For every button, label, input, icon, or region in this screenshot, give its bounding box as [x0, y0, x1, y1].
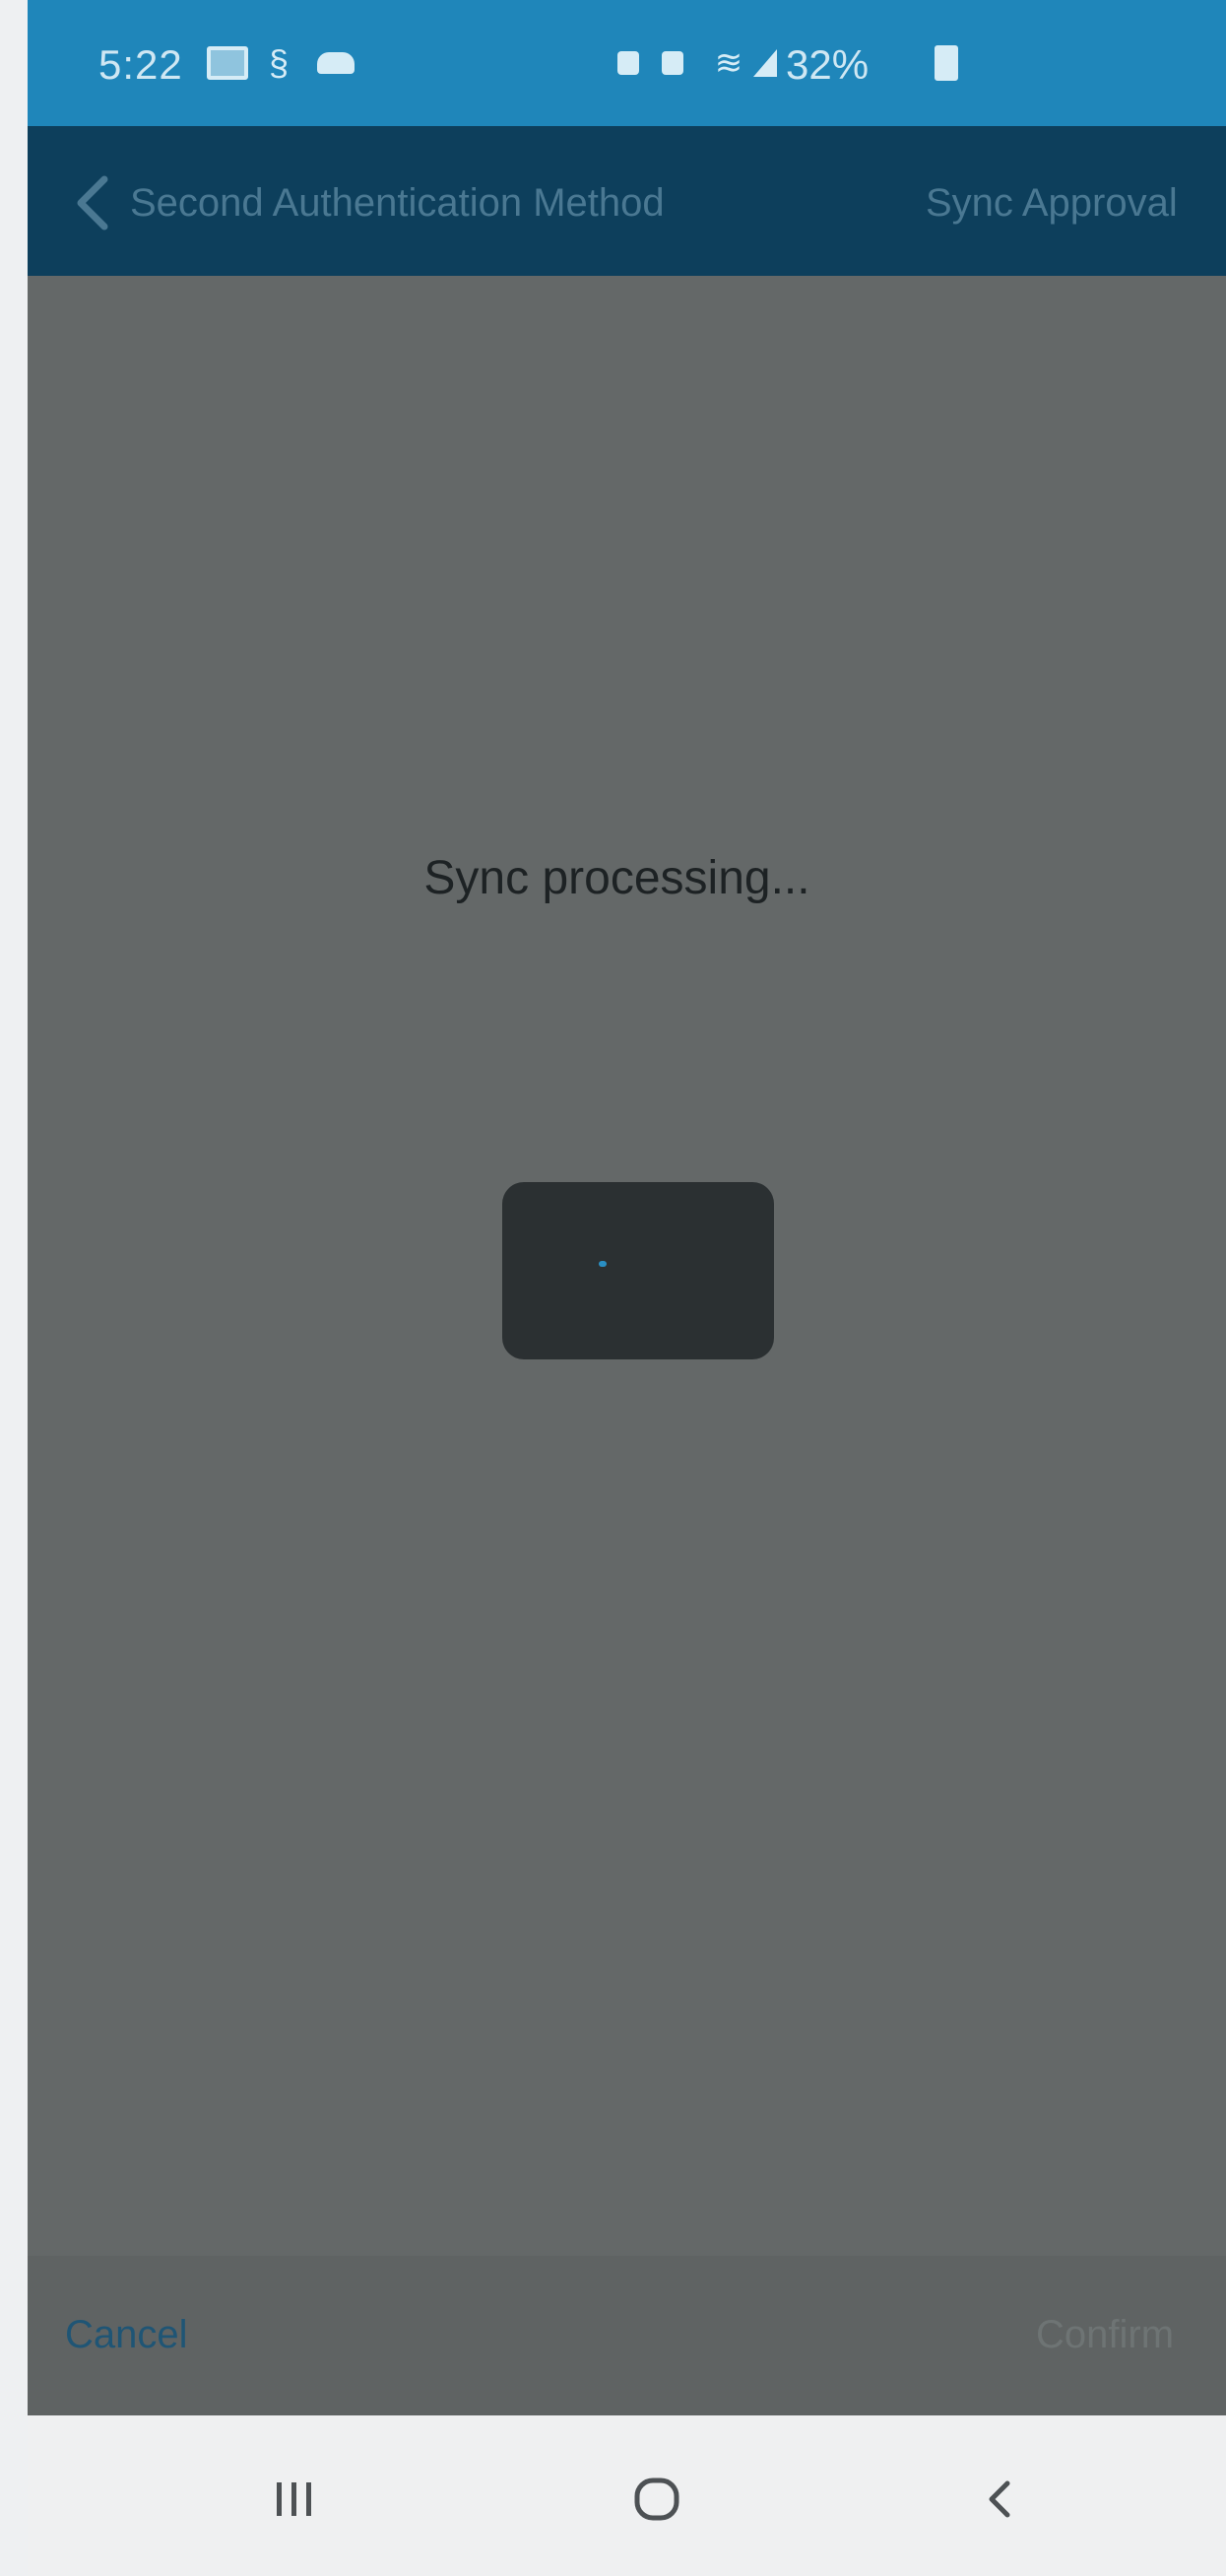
cancel-button[interactable]: Cancel	[65, 2313, 188, 2357]
phone-screen: 5:22 § ≋ 32% Second Authentication Metho…	[28, 0, 1226, 2576]
system-navigation-bar	[28, 2415, 1226, 2576]
notification-icon: §	[268, 42, 290, 83]
chevron-left-icon[interactable]	[69, 173, 122, 232]
navigation-header: Second Authentication Method Sync Approv…	[28, 126, 1226, 276]
loading-spinner	[502, 1182, 774, 1359]
gallery-icon	[207, 43, 248, 83]
status-bar: 5:22 § ≋ 32%	[28, 0, 1226, 126]
screen-edge	[0, 0, 28, 2576]
recents-icon[interactable]	[250, 2455, 339, 2543]
lock-icon	[613, 43, 643, 83]
page-title[interactable]: Second Authentication Method	[130, 181, 665, 226]
alarm-icon	[658, 43, 687, 83]
action-bar: Cancel Confirm	[28, 2256, 1226, 2415]
confirm-button[interactable]: Confirm	[1036, 2313, 1174, 2357]
signal-icon	[751, 43, 779, 83]
step-title: Sync Approval	[926, 181, 1178, 225]
cloud-icon	[313, 43, 358, 83]
back-icon[interactable]	[957, 2455, 1046, 2543]
status-time: 5:22	[98, 41, 183, 88]
processing-message: Sync processing...	[423, 852, 810, 904]
spinner-icon	[599, 1261, 607, 1267]
home-icon[interactable]	[613, 2455, 701, 2543]
battery-percentage: 32%	[786, 41, 870, 88]
battery-icon	[934, 43, 959, 83]
wifi-icon: ≋	[714, 44, 743, 82]
